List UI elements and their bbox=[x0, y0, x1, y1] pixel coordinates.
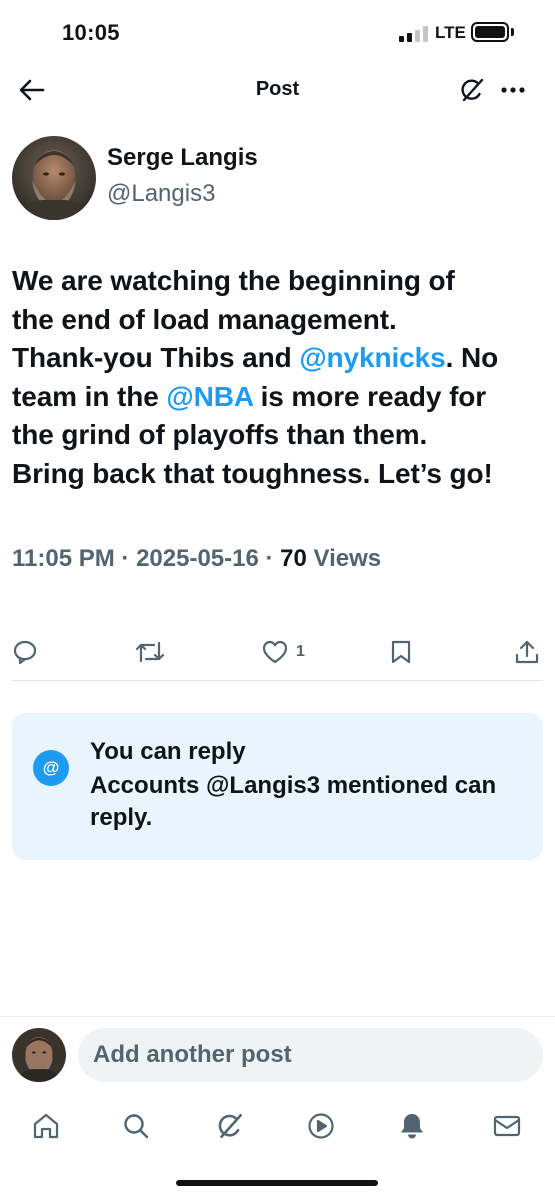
share-icon bbox=[515, 640, 539, 664]
user-avatar-image bbox=[12, 1028, 66, 1082]
share-button[interactable] bbox=[514, 636, 540, 668]
post-text-line: We are watching the beginning of bbox=[12, 262, 547, 301]
post-time[interactable]: 11:05 PM bbox=[12, 545, 115, 572]
bottom-navigation bbox=[0, 1100, 555, 1150]
post-body-text: We are watching the beginning of the end … bbox=[12, 262, 547, 494]
nav-notifications[interactable] bbox=[392, 1106, 432, 1146]
grok-icon bbox=[218, 1114, 242, 1138]
post-text-line: team in the @NBA is more ready for bbox=[12, 378, 547, 417]
author-avatar[interactable] bbox=[12, 136, 96, 220]
like-button[interactable]: 1 bbox=[262, 636, 305, 668]
video-play-icon bbox=[308, 1113, 334, 1139]
post-text-segment: Bring back that toughness. Let’s go! bbox=[12, 457, 493, 489]
nav-messages[interactable] bbox=[487, 1106, 527, 1146]
nav-video[interactable] bbox=[301, 1106, 341, 1146]
reply-restriction-description: Accounts @Langis3 mentioned can reply. bbox=[90, 772, 497, 831]
more-horizontal-icon bbox=[501, 87, 525, 93]
post-text-line: Bring back that toughness. Let’s go! bbox=[12, 455, 547, 494]
battery-icon bbox=[471, 22, 509, 42]
post-action-bar: 1 bbox=[0, 632, 555, 672]
post-date[interactable]: 2025-05-16 bbox=[136, 545, 259, 572]
mention-link[interactable]: @NBA bbox=[166, 381, 253, 412]
cellular-signal-icon bbox=[399, 26, 428, 42]
mention-at-icon: @ bbox=[33, 750, 69, 786]
meta-separator: · bbox=[114, 545, 137, 572]
network-type: LTE bbox=[435, 23, 466, 42]
heart-icon bbox=[262, 640, 288, 664]
top-header: Post bbox=[0, 64, 555, 116]
nav-search[interactable] bbox=[116, 1106, 156, 1146]
messages-envelope-icon bbox=[493, 1115, 521, 1137]
reply-bubble-icon bbox=[13, 640, 37, 665]
home-indicator bbox=[176, 1180, 378, 1186]
nav-grok[interactable] bbox=[210, 1106, 250, 1146]
reply-button[interactable] bbox=[12, 636, 38, 668]
post-meta: 11:05 PM · 2025-05-16 · 70 Views bbox=[12, 545, 381, 573]
divider bbox=[12, 680, 543, 681]
reply-restriction-title: You can reply bbox=[90, 738, 246, 765]
nav-home[interactable] bbox=[26, 1106, 66, 1146]
views-count[interactable]: 70 bbox=[280, 545, 307, 572]
post-text-line: the end of load management. bbox=[12, 301, 547, 340]
battery-tip bbox=[511, 28, 514, 36]
composer-divider bbox=[0, 1016, 555, 1017]
author-name[interactable]: Serge Langis bbox=[107, 144, 258, 172]
bookmark-button[interactable] bbox=[390, 636, 412, 668]
post-text-line: the grind of playoffs than them. bbox=[12, 416, 547, 455]
notifications-bell-icon bbox=[401, 1114, 423, 1139]
more-options-button[interactable] bbox=[496, 74, 530, 106]
author-handle[interactable]: @Langis3 bbox=[107, 180, 215, 208]
post-text-segment: Thank-you Thibs and bbox=[12, 342, 300, 374]
post-text-segment: We are watching the beginning of bbox=[12, 265, 455, 296]
repost-button[interactable] bbox=[134, 636, 166, 668]
post-text-segment: is more ready for bbox=[252, 380, 487, 412]
status-bar: 10:05 LTE bbox=[0, 0, 555, 64]
grok-slash-icon bbox=[461, 78, 484, 102]
post-text-segment: the end of load management. bbox=[12, 303, 397, 335]
search-icon bbox=[124, 1114, 149, 1139]
meta-separator: · bbox=[258, 545, 281, 572]
post-text-segment: the grind of playoffs than them. bbox=[12, 419, 428, 451]
repost-icon bbox=[135, 641, 165, 663]
post-text-segment: team in the bbox=[12, 380, 167, 412]
post-text-line: Thank-you Thibs and @nyknicks. No bbox=[12, 339, 547, 378]
add-post-input[interactable]: Add another post bbox=[78, 1028, 543, 1082]
bookmark-icon bbox=[391, 640, 411, 664]
like-count: 1 bbox=[296, 643, 305, 660]
grok-button[interactable] bbox=[456, 74, 488, 106]
status-time: 10:05 bbox=[62, 20, 120, 45]
author-avatar-image bbox=[12, 136, 96, 220]
reply-restriction-card: @ You can reply Accounts @Langis3 mentio… bbox=[12, 713, 543, 860]
post-text-segment: . No bbox=[445, 342, 499, 374]
views-label[interactable]: Views bbox=[307, 545, 382, 572]
user-avatar[interactable] bbox=[12, 1028, 66, 1082]
mention-link[interactable]: @nyknicks bbox=[299, 342, 445, 373]
home-icon bbox=[33, 1113, 59, 1139]
